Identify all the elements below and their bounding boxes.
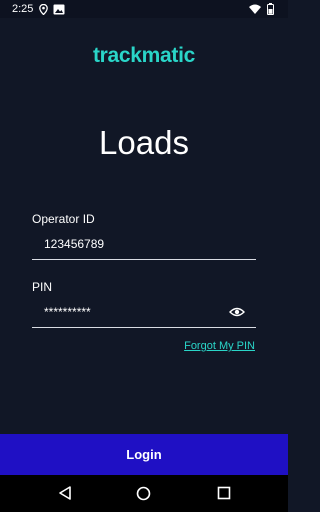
status-bar: 2:25 (0, 0, 288, 18)
recents-icon[interactable] (217, 486, 231, 505)
show-password-icon[interactable] (229, 305, 245, 319)
wifi-icon (249, 4, 261, 17)
brand-logo: trackmatic (92, 44, 196, 67)
pin-label: PIN (32, 280, 53, 294)
pin-underline (32, 327, 256, 328)
operator-id-label: Operator ID (32, 212, 95, 226)
pin-input[interactable]: ********** (44, 305, 91, 319)
page-title: Loads (99, 124, 189, 161)
forgot-pin-link[interactable]: Forgot My PIN (184, 340, 255, 352)
back-icon[interactable] (58, 486, 72, 505)
battery-icon (267, 3, 274, 18)
location-icon (39, 3, 49, 15)
login-button[interactable]: Login (0, 434, 288, 475)
status-time: 2:25 (12, 3, 34, 15)
home-icon[interactable] (136, 486, 151, 506)
photo-notification-icon (53, 4, 65, 15)
operator-id-underline (32, 259, 256, 260)
operator-id-input[interactable]: 123456789 (44, 237, 104, 251)
navigation-bar (0, 475, 288, 512)
